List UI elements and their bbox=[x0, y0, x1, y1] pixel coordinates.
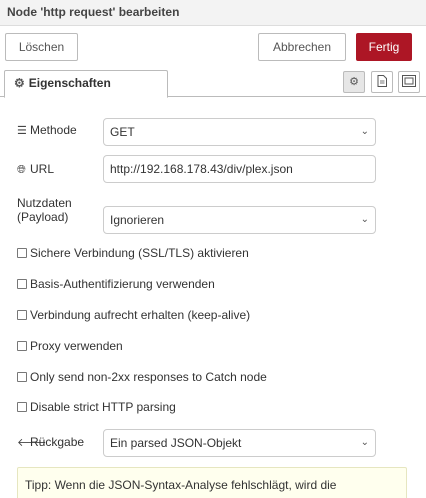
return-select-value: Ein parsed JSON-Objekt bbox=[110, 436, 242, 450]
method-label-text: Methode bbox=[30, 123, 77, 137]
dialog-titlebar: Node 'http request' bearbeiten bbox=[0, 0, 426, 26]
url-label: 🌐︎ URL bbox=[17, 162, 54, 177]
return-label-text: Rückgabe bbox=[30, 435, 85, 449]
non2xx-checkbox-label: Only send non-2xx responses to Catch nod… bbox=[30, 370, 267, 384]
frame-icon bbox=[402, 75, 416, 87]
file-icon bbox=[377, 75, 387, 87]
tab-properties[interactable]: ⚙ Eigenschaften bbox=[4, 70, 168, 98]
method-select[interactable]: GET ⌄ bbox=[103, 118, 376, 146]
checkbox-row-tls[interactable]: Sichere Verbindung (SSL/TLS) aktivieren bbox=[17, 246, 249, 262]
keep-alive-checkbox[interactable] bbox=[17, 310, 27, 320]
list-icon: ☰ bbox=[17, 125, 27, 137]
payload-label-line1: Nutzdaten bbox=[17, 196, 72, 210]
tab-properties-label: Eigenschaften bbox=[28, 76, 111, 90]
gear-icon: ⚙ bbox=[349, 76, 359, 88]
dialog-title: Node 'http request' bearbeiten bbox=[7, 5, 180, 19]
payload-label: Nutzdaten (Payload) bbox=[17, 196, 72, 224]
payload-label-line2: (Payload) bbox=[17, 210, 69, 224]
basic-auth-checkbox-label: Basis-Authentifizierung verwenden bbox=[30, 277, 215, 291]
payload-select[interactable]: Ignorieren ⌄ bbox=[103, 206, 376, 234]
method-select-value: GET bbox=[110, 125, 135, 139]
chevron-down-icon: ⌄ bbox=[360, 437, 369, 448]
return-label: 🡐Rückgabe bbox=[17, 435, 84, 449]
tip-box: Tipp: Wenn die JSON-Syntax-Analyse fehls… bbox=[17, 467, 407, 498]
checkbox-row-non2xx[interactable]: Only send non-2xx responses to Catch nod… bbox=[17, 370, 267, 386]
tip-text: Tipp: Wenn die JSON-Syntax-Analyse fehls… bbox=[25, 478, 337, 498]
tab-bar: ⚙ Eigenschaften ⚙ bbox=[0, 66, 426, 98]
tls-checkbox-label: Sichere Verbindung (SSL/TLS) aktivieren bbox=[30, 246, 249, 260]
chevron-down-icon: ⌄ bbox=[360, 214, 369, 225]
non2xx-checkbox[interactable] bbox=[17, 372, 27, 382]
checkbox-row-proxy[interactable]: Proxy verwenden bbox=[17, 339, 123, 355]
basic-auth-checkbox[interactable] bbox=[17, 279, 27, 289]
strict-parsing-checkbox[interactable] bbox=[17, 402, 27, 412]
return-select[interactable]: Ein parsed JSON-Objekt ⌄ bbox=[103, 429, 376, 457]
tls-checkbox[interactable] bbox=[17, 248, 27, 258]
delete-button[interactable]: Löschen bbox=[5, 33, 78, 61]
proxy-checkbox[interactable] bbox=[17, 341, 27, 351]
arrow-left-icon: 🡐 bbox=[17, 437, 47, 449]
tab-appearance[interactable] bbox=[398, 71, 420, 93]
dialog-toolbar: Löschen Abbrechen Fertig bbox=[0, 26, 426, 66]
method-label: ☰ Methode bbox=[17, 123, 77, 137]
url-label-text: URL bbox=[30, 162, 55, 176]
checkbox-row-strict-parsing[interactable]: Disable strict HTTP parsing bbox=[17, 400, 176, 416]
url-input-value: http://192.168.178.43/div/plex.json bbox=[110, 162, 293, 176]
gear-icon: ⚙ bbox=[14, 76, 25, 90]
checkbox-row-keep-alive[interactable]: Verbindung aufrecht erhalten (keep-alive… bbox=[17, 308, 250, 324]
globe-icon: 🌐︎ bbox=[17, 164, 26, 176]
strict-parsing-checkbox-label: Disable strict HTTP parsing bbox=[30, 400, 176, 414]
tab-description[interactable] bbox=[371, 71, 393, 93]
chevron-down-icon: ⌄ bbox=[360, 126, 369, 137]
done-button[interactable]: Fertig bbox=[356, 33, 412, 61]
payload-select-value: Ignorieren bbox=[110, 213, 165, 227]
url-input[interactable]: http://192.168.178.43/div/plex.json bbox=[103, 155, 376, 183]
cancel-button[interactable]: Abbrechen bbox=[258, 33, 346, 61]
tab-settings-gear[interactable]: ⚙ bbox=[343, 71, 365, 93]
properties-form: ☰ Methode GET ⌄ 🌐︎ URL http://192.168.178.… bbox=[0, 97, 426, 498]
checkbox-row-basic-auth[interactable]: Basis-Authentifizierung verwenden bbox=[17, 277, 215, 293]
keep-alive-checkbox-label: Verbindung aufrecht erhalten (keep-alive… bbox=[30, 308, 251, 322]
proxy-checkbox-label: Proxy verwenden bbox=[30, 339, 123, 353]
